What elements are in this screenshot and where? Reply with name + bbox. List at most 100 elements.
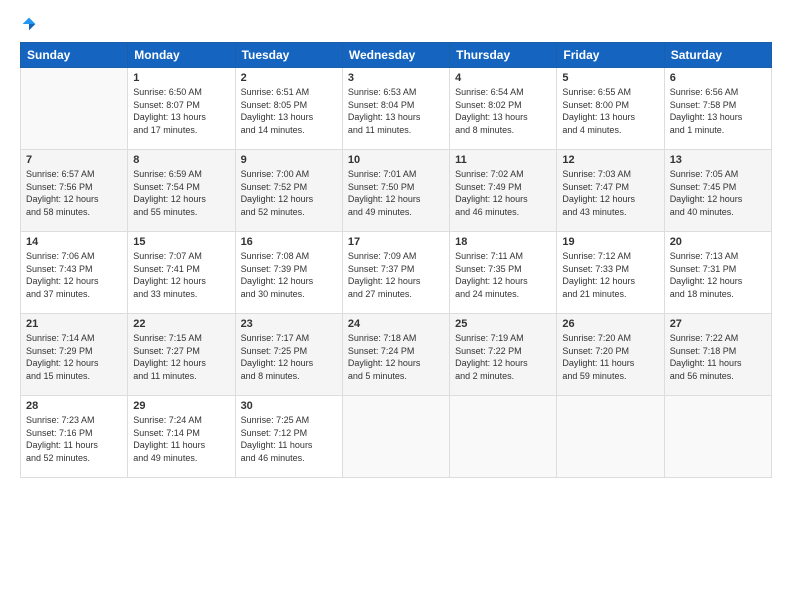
day-info: Sunrise: 7:22 AM Sunset: 7:18 PM Dayligh… [670,332,766,382]
calendar-cell: 15 Sunrise: 7:07 AM Sunset: 7:41 PM Dayli… [128,232,235,314]
calendar-cell: 2Sunrise: 6:51 AM Sunset: 8:05 PM Daylig… [235,68,342,150]
calendar: SundayMondayTuesdayWednesdayThursdayFrid… [20,42,772,478]
day-info: Sunrise: 6:51 AM Sunset: 8:05 PM Dayligh… [241,86,337,136]
day-info: Sunrise: 7:03 AM Sunset: 7:47 PM Dayligh… [562,168,658,218]
day-number: 4 [455,72,551,84]
day-info: Sunrise: 6:54 AM Sunset: 8:02 PM Dayligh… [455,86,551,136]
calendar-cell: 14Sunrise: 7:06 AM Sunset: 7:43 PM Dayli… [21,232,128,314]
calendar-week-row: 14Sunrise: 7:06 AM Sunset: 7:43 PM Dayli… [21,232,772,314]
calendar-cell: 17 Sunrise: 7:09 AM Sunset: 7:37 PM Dayli… [342,232,449,314]
day-number: 5 [562,72,658,84]
day-number: 13 [670,154,766,166]
calendar-cell: 3 Sunrise: 6:53 AM Sunset: 8:04 PM Daylig… [342,68,449,150]
day-number: 3 [348,72,444,84]
calendar-cell: 26 Sunrise: 7:20 AM Sunset: 7:20 PM Dayli… [557,314,664,396]
calendar-cell: 21 Sunrise: 7:14 AM Sunset: 7:29 PM Dayli… [21,314,128,396]
day-info: Sunrise: 6:50 AM Sunset: 8:07 PM Dayligh… [133,86,229,136]
day-info: Sunrise: 7:19 AM Sunset: 7:22 PM Dayligh… [455,332,551,382]
day-number: 24 [348,318,444,330]
day-info: Sunrise: 6:59 AM Sunset: 7:54 PM Dayligh… [133,168,229,218]
calendar-cell: 9 Sunrise: 7:00 AM Sunset: 7:52 PM Daylig… [235,150,342,232]
day-number: 11 [455,154,551,166]
day-info: Sunrise: 7:20 AM Sunset: 7:20 PM Dayligh… [562,332,658,382]
day-number: 26 [562,318,658,330]
calendar-day-header: Friday [557,43,664,68]
calendar-week-row: 7Sunrise: 6:57 AM Sunset: 7:56 PM Daylig… [21,150,772,232]
calendar-cell [342,396,449,478]
calendar-cell: 12Sunrise: 7:03 AM Sunset: 7:47 PM Dayli… [557,150,664,232]
calendar-cell: 18 Sunrise: 7:11 AM Sunset: 7:35 PM Dayli… [450,232,557,314]
day-info: Sunrise: 7:02 AM Sunset: 7:49 PM Dayligh… [455,168,551,218]
day-info: Sunrise: 7:08 AM Sunset: 7:39 PM Dayligh… [241,250,337,300]
calendar-cell: 20 Sunrise: 7:13 AM Sunset: 7:31 PM Dayli… [664,232,771,314]
day-number: 9 [241,154,337,166]
day-number: 6 [670,72,766,84]
day-number: 10 [348,154,444,166]
day-number: 18 [455,236,551,248]
day-info: Sunrise: 7:25 AM Sunset: 7:12 PM Dayligh… [241,414,337,464]
day-info: Sunrise: 7:00 AM Sunset: 7:52 PM Dayligh… [241,168,337,218]
calendar-cell: 6 Sunrise: 6:56 AM Sunset: 7:58 PM Daylig… [664,68,771,150]
day-info: Sunrise: 7:05 AM Sunset: 7:45 PM Dayligh… [670,168,766,218]
calendar-week-row: 28 Sunrise: 7:23 AM Sunset: 7:16 PM Dayli… [21,396,772,478]
calendar-cell: 4 Sunrise: 6:54 AM Sunset: 8:02 PM Daylig… [450,68,557,150]
day-info: Sunrise: 7:12 AM Sunset: 7:33 PM Dayligh… [562,250,658,300]
day-info: Sunrise: 6:56 AM Sunset: 7:58 PM Dayligh… [670,86,766,136]
day-info: Sunrise: 6:53 AM Sunset: 8:04 PM Dayligh… [348,86,444,136]
calendar-day-header: Saturday [664,43,771,68]
day-info: Sunrise: 7:07 AM Sunset: 7:41 PM Dayligh… [133,250,229,300]
calendar-cell: 19 Sunrise: 7:12 AM Sunset: 7:33 PM Dayli… [557,232,664,314]
day-info: Sunrise: 7:13 AM Sunset: 7:31 PM Dayligh… [670,250,766,300]
calendar-cell: 7Sunrise: 6:57 AM Sunset: 7:56 PM Daylig… [21,150,128,232]
day-info: Sunrise: 6:55 AM Sunset: 8:00 PM Dayligh… [562,86,658,136]
calendar-cell: 10 Sunrise: 7:01 AM Sunset: 7:50 PM Dayli… [342,150,449,232]
calendar-cell [557,396,664,478]
day-number: 25 [455,318,551,330]
day-info: Sunrise: 7:06 AM Sunset: 7:43 PM Dayligh… [26,250,122,300]
logo [20,16,37,32]
day-number: 15 [133,236,229,248]
calendar-cell: 23 Sunrise: 7:17 AM Sunset: 7:25 PM Dayli… [235,314,342,396]
calendar-header-row: SundayMondayTuesdayWednesdayThursdayFrid… [21,43,772,68]
day-number: 17 [348,236,444,248]
calendar-cell [450,396,557,478]
day-number: 16 [241,236,337,248]
day-info: Sunrise: 7:14 AM Sunset: 7:29 PM Dayligh… [26,332,122,382]
calendar-cell: 8 Sunrise: 6:59 AM Sunset: 7:54 PM Daylig… [128,150,235,232]
calendar-cell: 11 Sunrise: 7:02 AM Sunset: 7:49 PM Dayli… [450,150,557,232]
calendar-cell: 5 Sunrise: 6:55 AM Sunset: 8:00 PM Daylig… [557,68,664,150]
day-info: Sunrise: 7:24 AM Sunset: 7:14 PM Dayligh… [133,414,229,464]
calendar-cell: 30Sunrise: 7:25 AM Sunset: 7:12 PM Dayli… [235,396,342,478]
calendar-cell: 25 Sunrise: 7:19 AM Sunset: 7:22 PM Dayli… [450,314,557,396]
calendar-day-header: Thursday [450,43,557,68]
day-number: 29 [133,400,229,412]
calendar-day-header: Wednesday [342,43,449,68]
calendar-cell [664,396,771,478]
day-info: Sunrise: 7:23 AM Sunset: 7:16 PM Dayligh… [26,414,122,464]
calendar-cell: 27 Sunrise: 7:22 AM Sunset: 7:18 PM Dayli… [664,314,771,396]
calendar-cell: 13 Sunrise: 7:05 AM Sunset: 7:45 PM Dayli… [664,150,771,232]
calendar-day-header: Sunday [21,43,128,68]
day-number: 19 [562,236,658,248]
day-info: Sunrise: 7:15 AM Sunset: 7:27 PM Dayligh… [133,332,229,382]
day-info: Sunrise: 7:17 AM Sunset: 7:25 PM Dayligh… [241,332,337,382]
day-number: 7 [26,154,122,166]
day-number: 8 [133,154,229,166]
day-number: 27 [670,318,766,330]
day-info: Sunrise: 7:09 AM Sunset: 7:37 PM Dayligh… [348,250,444,300]
page-header [20,16,772,32]
logo-icon [21,16,37,32]
day-number: 20 [670,236,766,248]
calendar-week-row: 21 Sunrise: 7:14 AM Sunset: 7:29 PM Dayli… [21,314,772,396]
day-number: 23 [241,318,337,330]
calendar-cell: 1Sunrise: 6:50 AM Sunset: 8:07 PM Daylig… [128,68,235,150]
calendar-cell: 29 Sunrise: 7:24 AM Sunset: 7:14 PM Dayli… [128,396,235,478]
day-number: 28 [26,400,122,412]
day-info: Sunrise: 7:01 AM Sunset: 7:50 PM Dayligh… [348,168,444,218]
day-info: Sunrise: 7:18 AM Sunset: 7:24 PM Dayligh… [348,332,444,382]
calendar-day-header: Monday [128,43,235,68]
calendar-day-header: Tuesday [235,43,342,68]
day-number: 21 [26,318,122,330]
day-info: Sunrise: 7:11 AM Sunset: 7:35 PM Dayligh… [455,250,551,300]
calendar-cell: 16 Sunrise: 7:08 AM Sunset: 7:39 PM Dayli… [235,232,342,314]
